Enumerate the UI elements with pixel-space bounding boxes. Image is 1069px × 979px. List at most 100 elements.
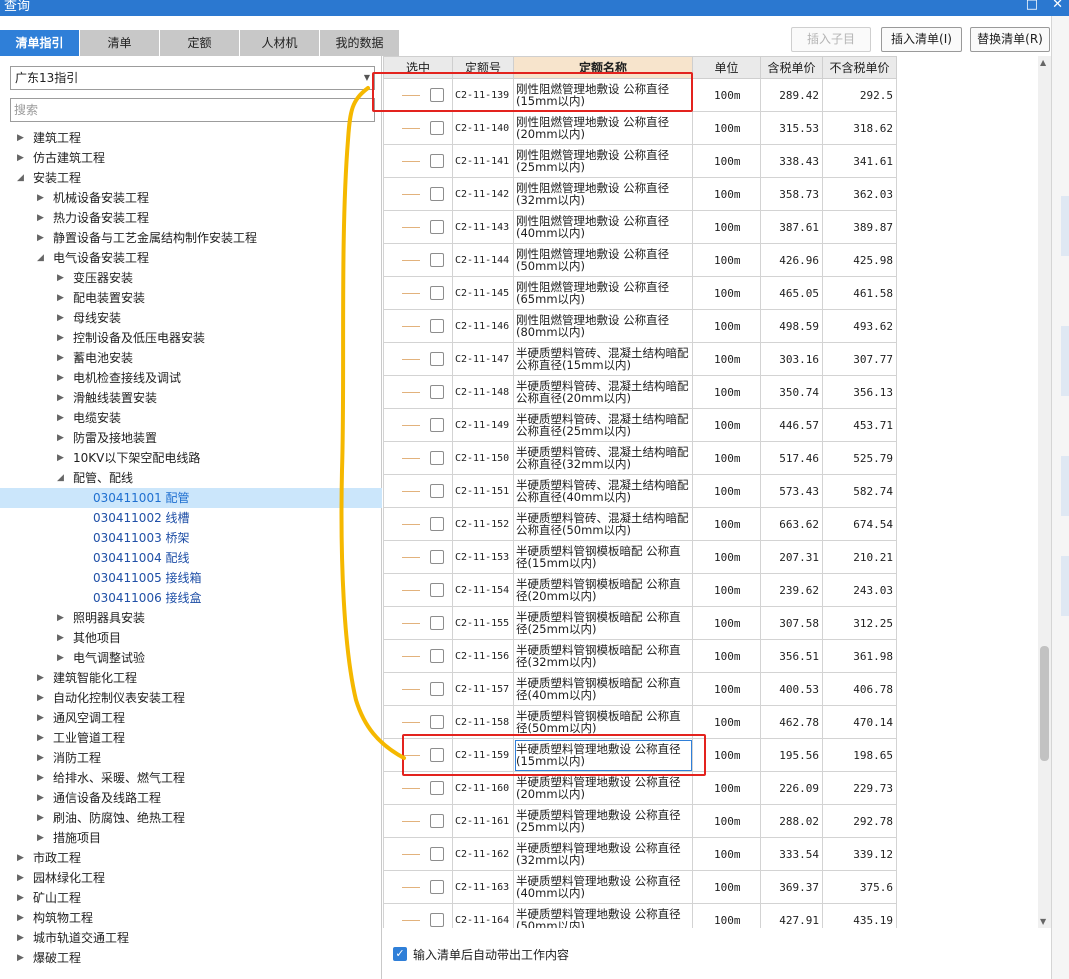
collapse-caret-icon[interactable]: ▶ — [17, 908, 27, 928]
tab-quota[interactable]: 定额 — [160, 30, 239, 56]
collapse-caret-icon[interactable]: ▶ — [17, 148, 27, 168]
collapse-caret-icon[interactable]: ▶ — [17, 848, 27, 868]
unit-cell[interactable]: 100m — [692, 573, 761, 607]
price-notax-cell[interactable]: 375.6 — [822, 870, 897, 904]
tree-node[interactable]: ▶ 刷油、防腐蚀、绝热工程 — [0, 808, 382, 828]
row-checkbox[interactable] — [430, 253, 444, 267]
table-row[interactable]: C2-11-160 半硬质塑料管理地敷设 公称直径(20mm以内) 100m 226.… — [383, 771, 897, 805]
row-checkbox[interactable] — [430, 451, 444, 465]
price-tax-cell[interactable]: 498.59 — [760, 309, 823, 343]
tree-node[interactable]: ▶ 矿山工程 — [0, 888, 382, 908]
price-tax-cell[interactable]: 315.53 — [760, 111, 823, 145]
tree-node[interactable]: ▶ 通风空调工程 — [0, 708, 382, 728]
quota-name-cell[interactable]: 半硬质塑料管理地敷设 公称直径(20mm以内) — [513, 771, 693, 805]
col-header-price-tax[interactable]: 含税单价 — [760, 56, 823, 79]
quota-name-cell[interactable]: 刚性阻燃管理地敷设 公称直径(65mm以内) — [513, 276, 693, 310]
price-notax-cell[interactable]: 525.79 — [822, 441, 897, 475]
collapse-caret-icon[interactable]: ▶ — [57, 308, 67, 328]
price-tax-cell[interactable]: 446.57 — [760, 408, 823, 442]
price-notax-cell[interactable]: 389.87 — [822, 210, 897, 244]
unit-cell[interactable]: 100m — [692, 870, 761, 904]
row-checkbox[interactable] — [430, 880, 444, 894]
quota-code-cell[interactable]: C2-11-155 — [452, 606, 514, 640]
price-tax-cell[interactable]: 427.91 — [760, 903, 823, 928]
unit-cell[interactable]: 100m — [692, 771, 761, 805]
price-tax-cell[interactable]: 288.02 — [760, 804, 823, 838]
unit-cell[interactable]: 100m — [692, 639, 761, 673]
quota-name-cell[interactable]: 刚性阻燃管理地敷设 公称直径(20mm以内) — [513, 111, 693, 145]
tree-node[interactable]: ▶ 10KV以下架空配电线路 — [0, 448, 382, 468]
collapse-caret-icon[interactable]: ▶ — [37, 708, 47, 728]
quota-code-cell[interactable]: C2-11-163 — [452, 870, 514, 904]
unit-cell[interactable]: 100m — [692, 342, 761, 376]
quota-name-cell[interactable]: 刚性阻燃管理地敷设 公称直径(50mm以内) — [513, 243, 693, 277]
row-checkbox[interactable] — [430, 616, 444, 630]
collapse-caret-icon[interactable]: ▶ — [57, 348, 67, 368]
collapse-caret-icon[interactable]: ▶ — [57, 268, 67, 288]
collapse-caret-icon[interactable]: ▶ — [37, 688, 47, 708]
unit-cell[interactable]: 100m — [692, 507, 761, 541]
price-tax-cell[interactable]: 358.73 — [760, 177, 823, 211]
table-row[interactable]: C2-11-155 半硬质塑料管钢模板暗配 公称直径(25mm以内) 100m 307… — [383, 606, 897, 640]
tree-node[interactable]: ▶ 园林绿化工程 — [0, 868, 382, 888]
tree-node[interactable]: ▶ 防雷及接地装置 — [0, 428, 382, 448]
table-row[interactable]: C2-11-146 刚性阻燃管理地敷设 公称直径(80mm以内) 100m 498.5… — [383, 309, 897, 343]
row-checkbox[interactable] — [430, 913, 444, 927]
price-tax-cell[interactable]: 289.42 — [760, 78, 823, 112]
price-notax-cell[interactable]: 292.78 — [822, 804, 897, 838]
quota-code-cell[interactable]: C2-11-142 — [452, 177, 514, 211]
price-tax-cell[interactable]: 195.56 — [760, 738, 823, 772]
quota-name-cell[interactable]: 刚性阻燃管理地敷设 公称直径(40mm以内) — [513, 210, 693, 244]
price-tax-cell[interactable]: 356.51 — [760, 639, 823, 673]
tree-node[interactable]: ▶ 工业管道工程 — [0, 728, 382, 748]
table-row[interactable]: C2-11-141 刚性阻燃管理地敷设 公称直径(25mm以内) 100m 338.4… — [383, 144, 897, 178]
unit-cell[interactable]: 100m — [692, 375, 761, 409]
quota-code-cell[interactable]: C2-11-160 — [452, 771, 514, 805]
price-notax-cell[interactable]: 406.78 — [822, 672, 897, 706]
quota-name-cell[interactable]: 刚性阻燃管理地敷设 公称直径(25mm以内) — [513, 144, 693, 178]
price-notax-cell[interactable]: 362.03 — [822, 177, 897, 211]
collapse-caret-icon[interactable]: ▶ — [37, 808, 47, 828]
price-notax-cell[interactable]: 674.54 — [822, 507, 897, 541]
quota-name-cell[interactable]: 刚性阻燃管理地敷设 公称直径(80mm以内) — [513, 309, 693, 343]
table-row[interactable]: C2-11-140 刚性阻燃管理地敷设 公称直径(20mm以内) 100m 315.5… — [383, 111, 897, 145]
quota-code-cell[interactable]: C2-11-148 — [452, 375, 514, 409]
quota-name-cell[interactable]: 半硬质塑料管理地敷设 公称直径(40mm以内) — [513, 870, 693, 904]
tree-node[interactable]: ▶ 城市轨道交通工程 — [0, 928, 382, 948]
quota-code-cell[interactable]: C2-11-146 — [452, 309, 514, 343]
quota-code-cell[interactable]: C2-11-145 — [452, 276, 514, 310]
quota-name-cell[interactable]: 半硬质塑料管钢模板暗配 公称直径(32mm以内) — [513, 639, 693, 673]
row-checkbox[interactable] — [430, 121, 444, 135]
tree-node[interactable]: 030411001 配管 — [0, 488, 382, 508]
row-checkbox[interactable] — [430, 649, 444, 663]
price-tax-cell[interactable]: 226.09 — [760, 771, 823, 805]
tree-node[interactable]: ◢ 配管、配线 — [0, 468, 382, 488]
quota-code-cell[interactable]: C2-11-147 — [452, 342, 514, 376]
price-tax-cell[interactable]: 239.62 — [760, 573, 823, 607]
quota-code-cell[interactable]: C2-11-153 — [452, 540, 514, 574]
price-tax-cell[interactable]: 465.05 — [760, 276, 823, 310]
quota-code-cell[interactable]: C2-11-141 — [452, 144, 514, 178]
quota-code-cell[interactable]: C2-11-149 — [452, 408, 514, 442]
quota-name-cell[interactable]: 半硬质塑料管钢模板暗配 公称直径(20mm以内) — [513, 573, 693, 607]
collapse-caret-icon[interactable]: ▶ — [57, 608, 67, 628]
unit-cell[interactable]: 100m — [692, 837, 761, 871]
unit-cell[interactable]: 100m — [692, 111, 761, 145]
collapse-caret-icon[interactable]: ▶ — [37, 228, 47, 248]
tree-node[interactable]: ▶ 消防工程 — [0, 748, 382, 768]
table-row[interactable]: C2-11-161 半硬质塑料管理地敷设 公称直径(25mm以内) 100m 288.… — [383, 804, 897, 838]
collapse-caret-icon[interactable]: ▶ — [57, 408, 67, 428]
price-notax-cell[interactable]: 425.98 — [822, 243, 897, 277]
table-row[interactable]: C2-11-145 刚性阻燃管理地敷设 公称直径(65mm以内) 100m 465.0… — [383, 276, 897, 310]
quota-code-cell[interactable]: C2-11-161 — [452, 804, 514, 838]
price-tax-cell[interactable]: 338.43 — [760, 144, 823, 178]
price-notax-cell[interactable]: 339.12 — [822, 837, 897, 871]
unit-cell[interactable]: 100m — [692, 177, 761, 211]
row-checkbox[interactable] — [430, 352, 444, 366]
price-tax-cell[interactable]: 303.16 — [760, 342, 823, 376]
tab-list[interactable]: 清单 — [80, 30, 159, 56]
row-checkbox[interactable] — [430, 154, 444, 168]
tree-node[interactable]: 030411002 线槽 — [0, 508, 382, 528]
unit-cell[interactable]: 100m — [692, 540, 761, 574]
grid-scrollbar[interactable]: ▲ ▼ — [1038, 56, 1051, 928]
